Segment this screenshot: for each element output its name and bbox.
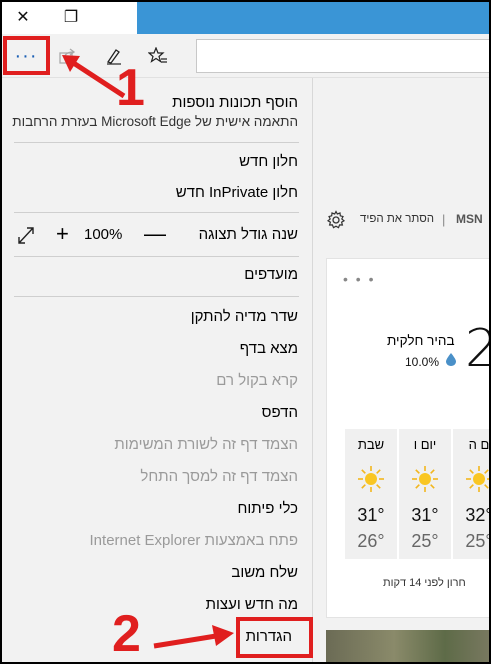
weather-card[interactable]: • • • בהיר חלקית 10.0% 2 ם ה 32° 25° יום… (326, 258, 491, 618)
forecast-day-name: ם ה (468, 437, 490, 452)
sun-icon (358, 466, 384, 492)
zoom-in-button[interactable]: + (56, 221, 69, 247)
forecast-low: 25° (411, 531, 439, 551)
feed-header: MSN | הסתר את הפיד (314, 208, 491, 234)
msn-brand: MSN (456, 212, 483, 226)
menu-separator (14, 212, 299, 213)
settings-menu: הוסף תכונות נוספות התאמה אישית של Micros… (0, 78, 313, 664)
step-2-label: 2 (112, 605, 141, 663)
menu-item-open-with-ie: פתח באמצעות Internet Explorer (89, 532, 298, 549)
menu-separator (14, 256, 299, 257)
zoom-label: שנה גודל תצוגה (198, 226, 298, 243)
forecast-high: 31° (411, 505, 439, 525)
weather-condition: בהיר חלקית (387, 333, 455, 348)
menu-item-favorites[interactable]: מועדפים (244, 266, 298, 283)
menu-item-read-aloud: קרא בקול רם (216, 372, 298, 389)
menu-item-developer-tools[interactable]: כלי פיתוח (238, 500, 298, 517)
forecast-day: יום ו 31° 25° (399, 429, 451, 559)
menu-item-add-features[interactable]: הוסף תכונות נוספות (172, 94, 298, 111)
menu-item-pin-taskbar: הצמד דף זה לשורת המשימות (114, 436, 298, 453)
forecast-high: 31° (357, 505, 385, 525)
page-content: MSN | הסתר את הפיד • • • בהיר חלקית 10.0… (314, 78, 491, 664)
step-1-label: 1 (116, 59, 145, 117)
menu-separator (14, 296, 299, 297)
menu-item-new-inprivate-window[interactable]: חלון InPrivate חדש (176, 184, 298, 201)
menu-separator (14, 142, 299, 143)
hide-feed-link[interactable]: הסתר את הפיד (360, 213, 434, 225)
forecast-low: 25° (465, 531, 491, 551)
menu-item-new-window[interactable]: חלון חדש (239, 153, 298, 170)
favorites-hub-button[interactable] (140, 40, 176, 72)
fullscreen-icon[interactable] (16, 224, 36, 246)
sun-icon (412, 466, 438, 492)
current-temperature: 2 (465, 319, 491, 379)
title-bar: ✕ ❐ (0, 0, 491, 34)
title-bar-accent (137, 0, 491, 34)
favorites-star-icon (148, 47, 167, 63)
menu-item-whats-new[interactable]: מה חדש ועצות (206, 596, 298, 613)
forecast-day-name: יום ו (413, 437, 437, 452)
menu-item-find-on-page[interactable]: מצא בדף (240, 340, 298, 357)
forecast-day-name: שבת (357, 437, 385, 452)
news-thumbnail[interactable] (326, 630, 491, 664)
forecast-day: ם ה 32° 25° (453, 429, 491, 559)
raindrop-icon (446, 353, 456, 366)
forecast-high: 32° (465, 505, 491, 525)
zoom-row: + 100% — שנה גודל תצוגה (14, 221, 298, 249)
forecast-day: שבת 31° 26° (345, 429, 397, 559)
menu-item-print[interactable]: הדפס (262, 404, 298, 421)
weather-more-icon[interactable]: • • • (343, 271, 375, 287)
zoom-level: 100% (84, 226, 123, 243)
gear-icon[interactable] (326, 210, 346, 230)
forecast-low: 26° (357, 531, 385, 551)
menu-item-add-features-subtitle: התאמה אישית של Microsoft Edge בעזרת הרחב… (12, 114, 298, 129)
close-icon[interactable]: ✕ (0, 0, 46, 34)
last-updated: חרון לפני 14 דקות (383, 577, 466, 589)
highlight-more-button (3, 36, 50, 75)
arrow-annotation-2 (153, 625, 234, 649)
menu-item-cast-media[interactable]: שדר מדיה להתקן (191, 308, 298, 325)
restore-icon[interactable]: ❐ (48, 0, 94, 34)
precipitation-value: 10.0% (405, 355, 440, 369)
highlight-settings (236, 617, 313, 658)
menu-item-send-feedback[interactable]: שלח משוב (231, 564, 298, 581)
address-bar[interactable] (196, 39, 491, 73)
feed-separator: | (442, 212, 446, 227)
zoom-out-button[interactable]: — (144, 221, 166, 247)
sun-icon (466, 466, 491, 492)
menu-item-pin-start: הצמד דף זה למסך התחל (140, 468, 298, 485)
